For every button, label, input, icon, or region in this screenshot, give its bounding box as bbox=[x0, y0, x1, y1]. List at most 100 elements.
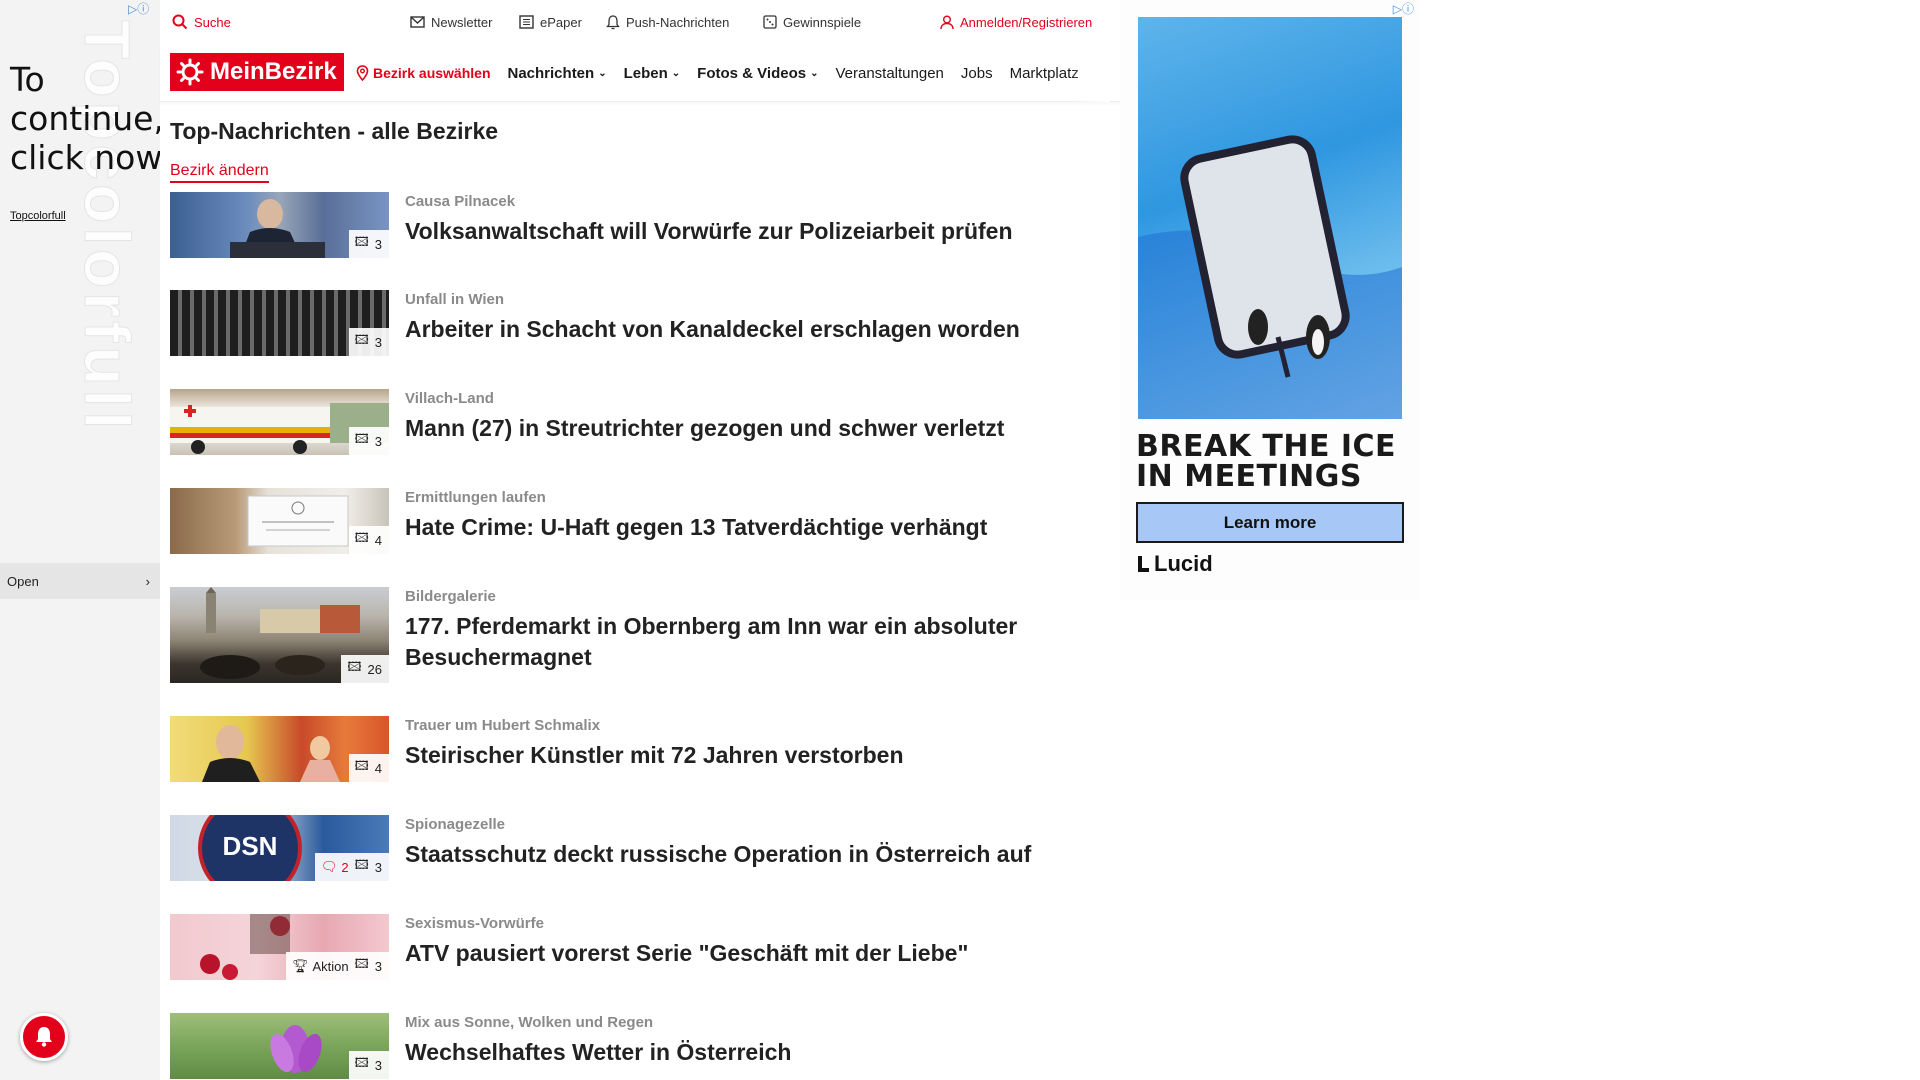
article-item[interactable]: 🏆︎ Aktion 🖾 3 Sexismus-Vorwürfe ATV pausier… bbox=[170, 914, 1090, 980]
article-item[interactable]: 🖾 26 Bildergalerie 177. Pferdemarkt in Obe… bbox=[170, 587, 1090, 683]
gallery-icon: 🖾 bbox=[354, 857, 369, 872]
article-thumbnail[interactable]: 🖾 4 bbox=[170, 488, 389, 554]
image-count-badge: 🏆︎ Aktion 🖾 3 bbox=[285, 952, 389, 980]
epaper-link[interactable]: ePaper bbox=[519, 15, 582, 30]
ad-open-button[interactable]: Open › bbox=[0, 563, 160, 599]
ad-image[interactable] bbox=[1138, 17, 1402, 419]
image-count: 3 bbox=[374, 859, 382, 875]
gallery-icon: 🖾 bbox=[354, 956, 369, 971]
right-rectangle-ad[interactable]: ▷ⓘ BREAK THE ICE IN MEETINGS Learn more … bbox=[1120, 0, 1420, 600]
image-count: 3 bbox=[374, 236, 382, 252]
chevron-down-icon: ⌄ bbox=[598, 67, 607, 79]
nav-item-veranstaltungen[interactable]: Veranstaltungen bbox=[835, 65, 943, 82]
nav-scroll-fade bbox=[1070, 44, 1110, 102]
nav-item-marktplatz[interactable]: Marktplatz bbox=[1010, 65, 1079, 82]
page-title: Top-Nachrichten - alle Bezirke bbox=[170, 118, 499, 144]
article-item[interactable]: 🖾 3 Causa Pilnacek Volksanwaltschaft will … bbox=[170, 192, 1090, 258]
ad-brand-link[interactable]: Topcolorfull bbox=[10, 210, 66, 222]
image-count: 4 bbox=[374, 760, 382, 776]
article-thumbnail[interactable]: 🖾 3 bbox=[170, 389, 389, 455]
article-thumbnail[interactable]: 🖾 3 bbox=[170, 1013, 389, 1079]
newsletter-label: Newsletter bbox=[431, 14, 493, 30]
gallery-icon: 🖾 bbox=[354, 431, 369, 446]
adchoices-icon[interactable]: ▷ⓘ bbox=[128, 0, 149, 17]
nav-item-nachrichten[interactable]: Nachrichten ⌄ bbox=[508, 65, 607, 82]
ad-headline-line: BREAK THE ICE bbox=[1136, 429, 1397, 464]
login-link[interactable]: Anmelden/Registrieren bbox=[940, 15, 1092, 30]
gallery-icon: 🖾 bbox=[354, 758, 369, 773]
article-thumbnail[interactable]: 🖾 26 bbox=[170, 587, 389, 683]
gallery-icon: 🖾 bbox=[354, 332, 369, 347]
bell-icon bbox=[36, 1027, 52, 1047]
article-headline[interactable]: Arbeiter in Schacht von Kanaldeckel ersc… bbox=[405, 314, 1085, 345]
adchoices-icon[interactable]: ▷ⓘ bbox=[1393, 0, 1414, 17]
image-count: 3 bbox=[374, 334, 382, 350]
article-item[interactable]: 🖾 3 Unfall in Wien Arbeiter in Schacht von… bbox=[170, 290, 1090, 356]
select-district-label: Bezirk auswählen bbox=[373, 65, 491, 81]
article-headline[interactable]: Steirischer Künstler mit 72 Jahren verst… bbox=[405, 740, 1085, 771]
article-thumbnail[interactable]: 🏆︎ Aktion 🖾 3 bbox=[170, 914, 389, 980]
search-link[interactable]: Suche bbox=[172, 14, 231, 30]
article-item[interactable]: 🖾 4 Ermittlungen laufen Hate Crime: U-Haft… bbox=[170, 488, 1090, 554]
comment-icon: 🗨 2 bbox=[320, 859, 349, 875]
article-item[interactable]: 🖾 3 Villach-Land Mann (27) in Streutrichte… bbox=[170, 389, 1090, 455]
promo-badge: 🏆︎ Aktion bbox=[292, 958, 349, 974]
article-headline[interactable]: Mann (27) in Streutrichter gezogen und s… bbox=[405, 413, 1085, 444]
main-navigation: MeinBezirk Bezirk auswählen Nachrichten ⌄… bbox=[160, 44, 1120, 102]
nav-item-jobs[interactable]: Jobs bbox=[961, 65, 993, 82]
meinbezirk-logo[interactable]: MeinBezirk bbox=[170, 53, 344, 91]
select-district-button[interactable]: Bezirk auswählen bbox=[356, 65, 491, 81]
article-thumbnail[interactable]: 🖾 3 bbox=[170, 290, 389, 356]
image-count-badge: 🖾 3 bbox=[348, 427, 389, 455]
article-headline[interactable]: Staatsschutz deckt russische Operation i… bbox=[405, 839, 1085, 870]
left-skyscraper-ad[interactable]: Topcolorfull ▷ⓘ To continue, click now T… bbox=[0, 0, 160, 1080]
image-count-badge: 🗨 2 🖾 3 bbox=[314, 853, 389, 881]
article-item[interactable]: 🖾 3 Mix aus Sonne, Wolken und Regen Wechse… bbox=[170, 1013, 1090, 1079]
article-headline[interactable]: Volksanwaltschaft will Vorwürfe zur Poli… bbox=[405, 216, 1085, 247]
newsletter-link[interactable]: Newsletter bbox=[410, 15, 492, 30]
gewinnspiele-link[interactable]: Gewinnspiele bbox=[763, 15, 861, 30]
article-kicker: Sexismus-Vorwürfe bbox=[405, 915, 544, 932]
article-thumbnail[interactable]: 🖾 4 bbox=[170, 716, 389, 782]
image-count: 3 bbox=[374, 433, 382, 449]
article-thumbnail[interactable]: DSN 🗨 2 🖾 3 bbox=[170, 815, 389, 881]
ad-cta-text[interactable]: To continue, click now bbox=[10, 60, 160, 177]
ad-open-label: Open bbox=[7, 573, 39, 589]
image-count: 3 bbox=[374, 958, 382, 974]
dsn-text: DSN bbox=[223, 831, 278, 861]
gewinnspiele-label: Gewinnspiele bbox=[783, 14, 862, 30]
image-count-badge: 🖾 3 bbox=[348, 1051, 389, 1079]
dice-icon bbox=[763, 15, 777, 29]
logo-sun-icon bbox=[176, 58, 204, 86]
article-item[interactable]: DSN 🗨 2 🖾 3 Spionagezelle Staatsschutz deck… bbox=[170, 815, 1090, 881]
image-count-badge: 🖾 4 bbox=[348, 754, 389, 782]
login-label: Anmelden/Registrieren bbox=[960, 14, 1093, 30]
location-pin-icon bbox=[356, 65, 369, 81]
article-headline[interactable]: ATV pausiert vorerst Serie "Geschäft mit… bbox=[405, 938, 1085, 969]
notification-bell-button[interactable] bbox=[20, 1013, 68, 1061]
article-headline[interactable]: Hate Crime: U-Haft gegen 13 Tatverdächti… bbox=[405, 512, 1085, 543]
change-district-link[interactable]: Bezirk ändern bbox=[170, 162, 269, 183]
chevron-down-icon: ⌄ bbox=[671, 67, 681, 79]
gallery-icon: 🖾 bbox=[354, 234, 369, 249]
image-count: 26 bbox=[367, 661, 382, 677]
gallery-icon: 🖾 bbox=[354, 530, 369, 545]
article-kicker: Mix aus Sonne, Wolken und Regen bbox=[405, 1014, 654, 1031]
nav-item-label: Leben bbox=[623, 64, 668, 82]
nav-item-fotos-videos[interactable]: Fotos & Videos ⌄ bbox=[697, 65, 818, 82]
nav-item-leben[interactable]: Leben ⌄ bbox=[624, 65, 681, 82]
article-item[interactable]: 🖾 4 Trauer um Hubert Schmalix Steirischer … bbox=[170, 716, 1090, 782]
learn-more-button[interactable]: Learn more bbox=[1136, 502, 1404, 543]
lucid-brand-label: Lucid bbox=[1154, 551, 1213, 576]
newspaper-icon bbox=[519, 15, 534, 29]
article-kicker: Bildergalerie bbox=[405, 588, 496, 605]
push-notifications-link[interactable]: Push-Nachrichten bbox=[606, 15, 729, 30]
article-thumbnail[interactable]: 🖾 3 bbox=[170, 192, 389, 258]
article-headline[interactable]: Wechselhaftes Wetter in Österreich bbox=[405, 1037, 1085, 1068]
push-label: Push-Nachrichten bbox=[626, 14, 730, 30]
chevron-down-icon: ⌄ bbox=[810, 67, 819, 79]
image-count-badge: 🖾 3 bbox=[348, 230, 389, 258]
article-headline[interactable]: 177. Pferdemarkt in Obernberg am Inn war… bbox=[405, 611, 1085, 673]
lucid-brand[interactable]: Lucid bbox=[1136, 551, 1213, 577]
image-count-badge: 🖾 26 bbox=[341, 655, 389, 683]
